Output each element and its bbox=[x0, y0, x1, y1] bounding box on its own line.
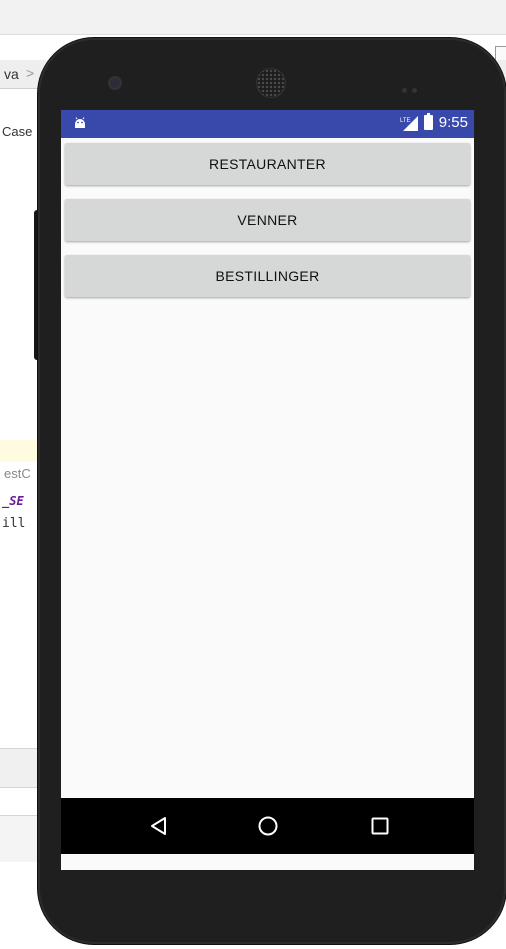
back-button[interactable] bbox=[145, 812, 173, 840]
app-content: RESTAURANTER VENNER BESTILLINGER bbox=[61, 138, 474, 798]
ide-case-label: Case bbox=[2, 124, 33, 139]
proximity-sensor-icon bbox=[402, 80, 424, 93]
phone-frame: LTE 9:55 RESTAURANTER VENNER BESTILLINGE… bbox=[38, 38, 506, 944]
ide-code-line: ill bbox=[2, 516, 26, 531]
signal-lte-icon: LTE bbox=[400, 115, 418, 131]
android-notification-icon bbox=[75, 117, 85, 128]
battery-icon bbox=[423, 113, 433, 130]
svg-text:LTE: LTE bbox=[400, 118, 411, 124]
status-icons: LTE 9:55 bbox=[400, 113, 468, 131]
venner-button[interactable]: VENNER bbox=[65, 199, 470, 241]
restauranter-button[interactable]: RESTAURANTER bbox=[65, 143, 470, 185]
home-circle-icon bbox=[258, 816, 278, 836]
status-bar: LTE 9:55 bbox=[61, 110, 474, 138]
front-camera-icon bbox=[110, 78, 120, 88]
ide-code-constant: _SE bbox=[2, 494, 24, 508]
back-triangle-icon bbox=[151, 817, 166, 835]
recents-square-icon bbox=[371, 817, 389, 835]
phone-screen: LTE 9:55 RESTAURANTER VENNER BESTILLINGE… bbox=[61, 110, 474, 870]
bestillinger-button[interactable]: BESTILLINGER bbox=[65, 255, 470, 297]
home-button[interactable] bbox=[254, 812, 282, 840]
ide-class-label: estC bbox=[4, 466, 31, 481]
status-time: 9:55 bbox=[438, 114, 468, 131]
earpiece-speaker-icon bbox=[256, 68, 286, 98]
recents-button[interactable] bbox=[366, 812, 394, 840]
ide-toolbar bbox=[0, 0, 506, 35]
navigation-bar bbox=[61, 798, 474, 854]
ide-tab-label[interactable]: va bbox=[4, 66, 19, 82]
ide-tab-chevron-icon: > bbox=[26, 65, 35, 81]
